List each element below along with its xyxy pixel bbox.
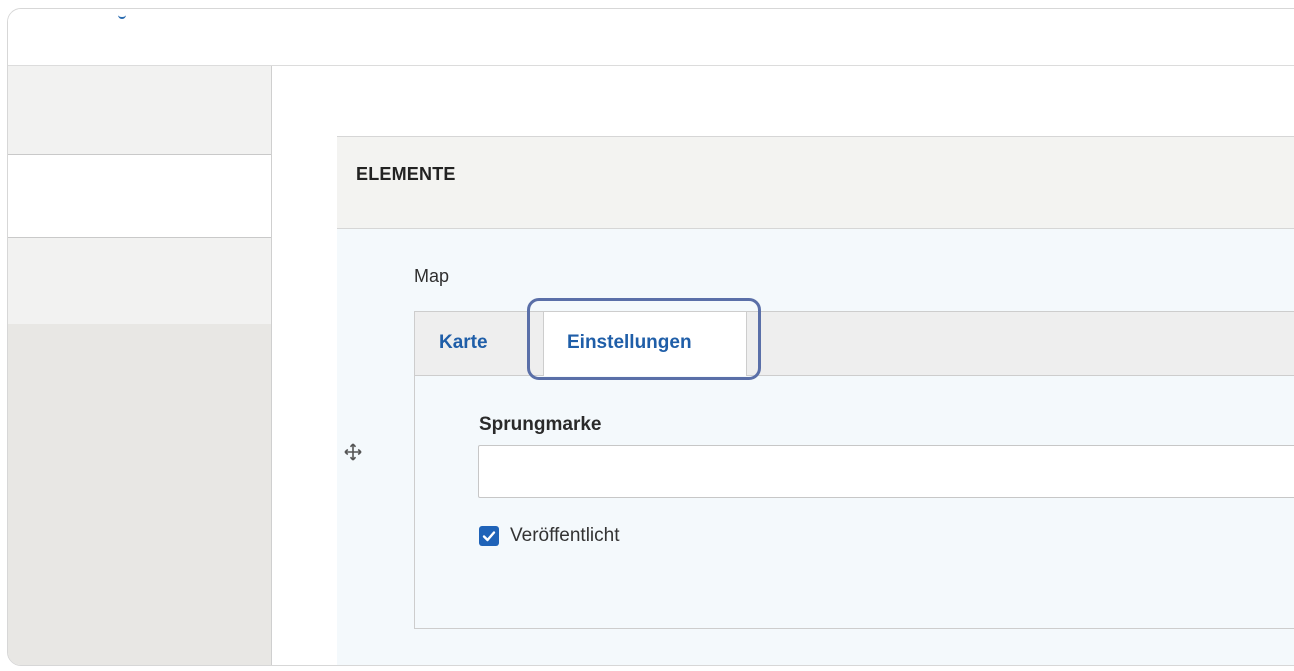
sidebar-block-1[interactable] xyxy=(8,66,271,155)
paragraph-type-label: Map xyxy=(414,266,450,286)
anchor-field-label: Sprungmarke xyxy=(479,414,602,435)
panel-title: ELEMENTE xyxy=(356,164,456,184)
checkmark-icon xyxy=(482,531,496,542)
sidebar xyxy=(8,66,272,665)
published-label: Veröffentlicht xyxy=(510,525,620,546)
tabs-bar: Karte Einstellungen xyxy=(415,312,1294,376)
tab-einstellungen-label: Einstellungen xyxy=(567,332,692,353)
top-link-fragment[interactable] xyxy=(118,13,126,19)
tabs-container: Karte Einstellungen Sprungmarke Veröffen… xyxy=(414,311,1294,629)
tab-karte[interactable]: Karte xyxy=(439,332,488,354)
elements-header: ELEMENTE xyxy=(337,137,1294,229)
sidebar-block-4 xyxy=(8,324,271,665)
sidebar-block-2[interactable] xyxy=(8,155,271,237)
move-icon[interactable] xyxy=(344,443,362,461)
top-bar xyxy=(8,9,1294,66)
main-content: ELEMENTE Map Karte Einstellungen Sprungm… xyxy=(272,66,1294,665)
tab-einstellungen[interactable]: Einstellungen xyxy=(543,312,747,376)
sidebar-block-3[interactable] xyxy=(8,237,271,325)
elements-panel: ELEMENTE Map Karte Einstellungen Sprungm… xyxy=(337,136,1294,665)
anchor-input[interactable] xyxy=(478,445,1294,498)
browser-frame: ELEMENTE Map Karte Einstellungen Sprungm… xyxy=(7,8,1294,666)
published-checkbox[interactable] xyxy=(479,526,499,546)
